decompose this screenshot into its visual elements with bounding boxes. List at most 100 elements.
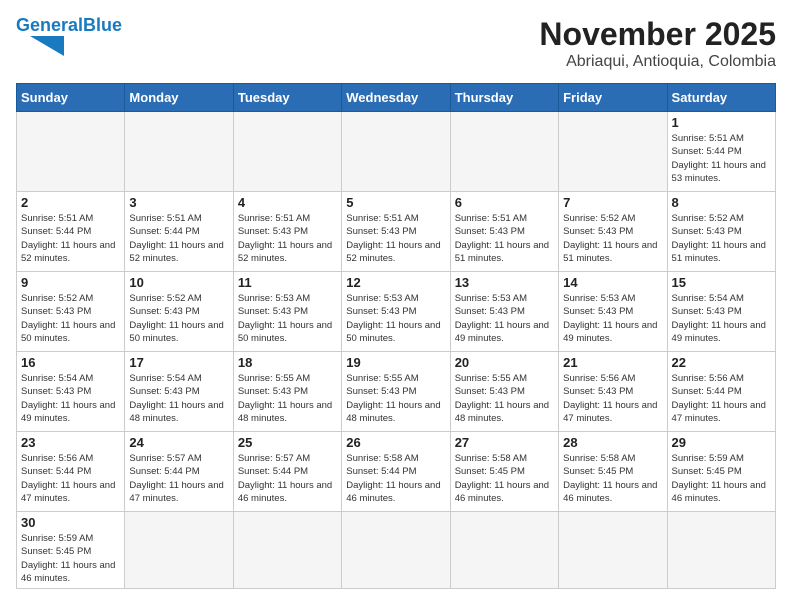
calendar-day-cell: 15 Sunrise: 5:54 AMSunset: 5:43 PMDayligh… [667, 272, 775, 352]
logo-general: General [16, 15, 83, 35]
day-info: Sunrise: 5:57 AMSunset: 5:44 PMDaylight:… [129, 452, 228, 505]
calendar-day-cell: 19Sunrise: 5:55 AMSunset: 5:43 PMDayligh… [342, 352, 450, 432]
day-info: Sunrise: 5:54 AMSunset: 5:43 PMDaylight:… [21, 372, 120, 425]
calendar-day-cell: 20 Sunrise: 5:55 AMSunset: 5:43 PMDayligh… [450, 352, 558, 432]
day-info: Sunrise: 5:53 AMSunset: 5:43 PMDaylight:… [563, 292, 662, 345]
calendar-day-cell [559, 512, 667, 589]
calendar-day-cell: 3Sunrise: 5:51 AMSunset: 5:44 PMDaylight… [125, 192, 233, 272]
calendar-header-friday: Friday [559, 84, 667, 112]
calendar-day-cell [233, 112, 341, 192]
day-number: 16 [21, 355, 120, 370]
day-number: 26 [346, 435, 445, 450]
calendar-week-row: 1 Sunrise: 5:51 AMSunset: 5:44 PMDaylight… [17, 112, 776, 192]
day-number: 12 [346, 275, 445, 290]
calendar-day-cell [125, 112, 233, 192]
calendar-day-cell [233, 512, 341, 589]
day-number: 11 [238, 275, 337, 290]
day-number: 24 [129, 435, 228, 450]
calendar-day-cell: 27Sunrise: 5:58 AMSunset: 5:45 PMDayligh… [450, 432, 558, 512]
day-number: 15 [672, 275, 771, 290]
day-number: 2 [21, 195, 120, 210]
day-number: 20 [455, 355, 554, 370]
calendar-header-wednesday: Wednesday [342, 84, 450, 112]
calendar-week-row: 16 Sunrise: 5:54 AMSunset: 5:43 PMDayligh… [17, 352, 776, 432]
day-number: 18 [238, 355, 337, 370]
calendar-day-cell: 1 Sunrise: 5:51 AMSunset: 5:44 PMDaylight… [667, 112, 775, 192]
day-info: Sunrise: 5:51 AMSunset: 5:43 PMDaylight:… [238, 212, 337, 265]
calendar-day-cell: 8Sunrise: 5:52 AMSunset: 5:43 PMDaylight… [667, 192, 775, 272]
calendar-week-row: 30 Sunrise: 5:59 AMSunset: 5:45 PMDayligh… [17, 512, 776, 589]
day-number: 4 [238, 195, 337, 210]
calendar-day-cell [342, 512, 450, 589]
calendar-day-cell [450, 512, 558, 589]
calendar-day-cell: 22 Sunrise: 5:56 AMSunset: 5:44 PMDayligh… [667, 352, 775, 432]
logo-icon [16, 36, 64, 56]
day-number: 1 [672, 115, 771, 130]
day-number: 28 [563, 435, 662, 450]
calendar-day-cell: 21 Sunrise: 5:56 AMSunset: 5:43 PMDayligh… [559, 352, 667, 432]
calendar-week-row: 9 Sunrise: 5:52 AMSunset: 5:43 PMDaylight… [17, 272, 776, 352]
day-number: 25 [238, 435, 337, 450]
day-info: Sunrise: 5:52 AMSunset: 5:43 PMDaylight:… [563, 212, 662, 265]
logo-blue: Blue [83, 15, 122, 35]
calendar-day-cell: 17Sunrise: 5:54 AMSunset: 5:43 PMDayligh… [125, 352, 233, 432]
day-number: 19 [346, 355, 445, 370]
calendar-day-cell: 25 Sunrise: 5:57 AMSunset: 5:44 PMDayligh… [233, 432, 341, 512]
calendar-day-cell: 18 Sunrise: 5:55 AMSunset: 5:43 PMDayligh… [233, 352, 341, 432]
calendar-header-thursday: Thursday [450, 84, 558, 112]
calendar-header-saturday: Saturday [667, 84, 775, 112]
day-number: 10 [129, 275, 228, 290]
calendar-day-cell: 26 Sunrise: 5:58 AMSunset: 5:44 PMDayligh… [342, 432, 450, 512]
day-number: 13 [455, 275, 554, 290]
calendar-day-cell: 28 Sunrise: 5:58 AMSunset: 5:45 PMDayligh… [559, 432, 667, 512]
calendar-day-cell: 11Sunrise: 5:53 AMSunset: 5:43 PMDayligh… [233, 272, 341, 352]
day-info: Sunrise: 5:51 AMSunset: 5:43 PMDaylight:… [346, 212, 445, 265]
calendar-day-cell [667, 512, 775, 589]
day-info: Sunrise: 5:55 AMSunset: 5:43 PMDaylight:… [455, 372, 554, 425]
calendar-day-cell [450, 112, 558, 192]
calendar-day-cell: 29 Sunrise: 5:59 AMSunset: 5:45 PMDayligh… [667, 432, 775, 512]
calendar-day-cell [125, 512, 233, 589]
calendar-day-cell: 2 Sunrise: 5:51 AMSunset: 5:44 PMDaylight… [17, 192, 125, 272]
calendar-day-cell: 6Sunrise: 5:51 AMSunset: 5:43 PMDaylight… [450, 192, 558, 272]
day-number: 7 [563, 195, 662, 210]
day-info: Sunrise: 5:51 AMSunset: 5:44 PMDaylight:… [21, 212, 120, 265]
calendar-day-cell: 4 Sunrise: 5:51 AMSunset: 5:43 PMDaylight… [233, 192, 341, 272]
day-info: Sunrise: 5:55 AMSunset: 5:43 PMDaylight:… [238, 372, 337, 425]
day-info: Sunrise: 5:59 AMSunset: 5:45 PMDaylight:… [21, 532, 120, 585]
day-info: Sunrise: 5:56 AMSunset: 5:43 PMDaylight:… [563, 372, 662, 425]
day-info: Sunrise: 5:58 AMSunset: 5:45 PMDaylight:… [563, 452, 662, 505]
calendar-header-row: SundayMondayTuesdayWednesdayThursdayFrid… [17, 84, 776, 112]
day-info: Sunrise: 5:58 AMSunset: 5:45 PMDaylight:… [455, 452, 554, 505]
day-info: Sunrise: 5:52 AMSunset: 5:43 PMDaylight:… [672, 212, 771, 265]
month-title: November 2025 [539, 16, 776, 53]
day-info: Sunrise: 5:57 AMSunset: 5:44 PMDaylight:… [238, 452, 337, 505]
calendar-header-tuesday: Tuesday [233, 84, 341, 112]
day-info: Sunrise: 5:59 AMSunset: 5:45 PMDaylight:… [672, 452, 771, 505]
day-info: Sunrise: 5:52 AMSunset: 5:43 PMDaylight:… [21, 292, 120, 345]
calendar-week-row: 23Sunrise: 5:56 AMSunset: 5:44 PMDayligh… [17, 432, 776, 512]
location-title: Abriaqui, Antioquia, Colombia [539, 53, 776, 71]
day-number: 29 [672, 435, 771, 450]
day-number: 21 [563, 355, 662, 370]
day-info: Sunrise: 5:56 AMSunset: 5:44 PMDaylight:… [672, 372, 771, 425]
day-number: 17 [129, 355, 228, 370]
day-info: Sunrise: 5:51 AMSunset: 5:44 PMDaylight:… [129, 212, 228, 265]
calendar-day-cell: 9 Sunrise: 5:52 AMSunset: 5:43 PMDaylight… [17, 272, 125, 352]
day-info: Sunrise: 5:58 AMSunset: 5:44 PMDaylight:… [346, 452, 445, 505]
day-info: Sunrise: 5:54 AMSunset: 5:43 PMDaylight:… [672, 292, 771, 345]
calendar-day-cell: 23Sunrise: 5:56 AMSunset: 5:44 PMDayligh… [17, 432, 125, 512]
calendar-header-monday: Monday [125, 84, 233, 112]
day-number: 9 [21, 275, 120, 290]
day-number: 23 [21, 435, 120, 450]
calendar-day-cell: 30 Sunrise: 5:59 AMSunset: 5:45 PMDayligh… [17, 512, 125, 589]
calendar-table: SundayMondayTuesdayWednesdayThursdayFrid… [16, 83, 776, 589]
day-number: 5 [346, 195, 445, 210]
day-number: 30 [21, 515, 120, 530]
day-number: 14 [563, 275, 662, 290]
logo-text: GeneralBlue [16, 16, 122, 34]
calendar-header-sunday: Sunday [17, 84, 125, 112]
calendar-day-cell: 16 Sunrise: 5:54 AMSunset: 5:43 PMDayligh… [17, 352, 125, 432]
day-number: 22 [672, 355, 771, 370]
day-info: Sunrise: 5:51 AMSunset: 5:44 PMDaylight:… [672, 132, 771, 185]
